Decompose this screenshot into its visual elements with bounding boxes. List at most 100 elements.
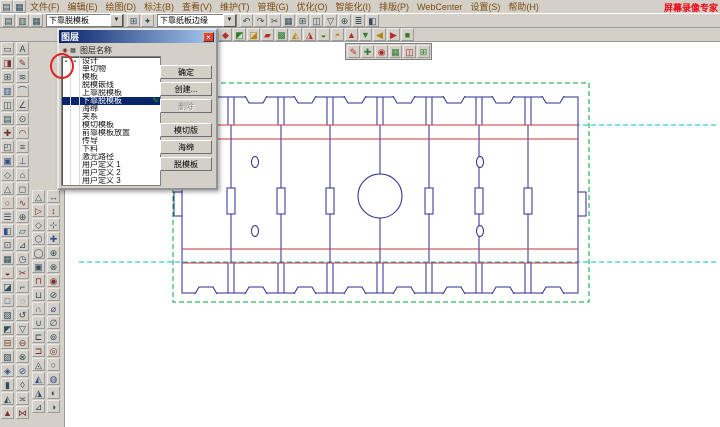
tool-icon[interactable]: ⊕	[16, 210, 29, 223]
tool-icon[interactable]: ✂	[16, 266, 29, 279]
toolbar-icon[interactable]: ▼	[359, 28, 372, 41]
tool-icon[interactable]: ✎	[16, 56, 29, 69]
print-checkbox[interactable]: ▪	[71, 169, 80, 177]
tool-icon[interactable]: ◪	[1, 280, 14, 293]
menubar-app-icon[interactable]: ▤	[0, 0, 13, 13]
menu-item[interactable]: 标注(B)	[140, 0, 178, 13]
toolbar-icon[interactable]: ▩	[275, 28, 288, 41]
tool-icon[interactable]: ≍	[16, 392, 29, 405]
layer-row[interactable]: ▪ ▪ 激光路径 ✎	[62, 153, 160, 161]
print-checkbox[interactable]: ▪	[71, 161, 80, 169]
tool-icon[interactable]: ⊏	[32, 330, 45, 343]
toolbar-icon[interactable]: ▦	[282, 14, 295, 27]
tool-icon[interactable]: ▦	[1, 252, 14, 265]
layer-row[interactable]: ▪ ▪ 夹系 ✎	[62, 113, 160, 121]
tool-icon[interactable]: ▽	[16, 322, 29, 335]
toolbar-icon[interactable]: ◪	[247, 28, 260, 41]
print-checkbox[interactable]: ▪	[71, 81, 80, 89]
tool-icon[interactable]: ◻	[16, 182, 29, 195]
toolbar-icon[interactable]: ◆	[219, 28, 232, 41]
tool-icon[interactable]: ◭	[32, 372, 45, 385]
layer-row[interactable]: ▪ ▪ 脱模嵌线 ✎	[62, 81, 160, 89]
tool-icon[interactable]: ⊓	[32, 274, 45, 287]
visibility-checkbox[interactable]: ▪	[62, 177, 71, 185]
layer-row[interactable]: ▪ ▪ 设计 ✎	[62, 57, 160, 65]
menu-item[interactable]: 排版(P)	[375, 0, 413, 13]
tool-icon[interactable]: ⊞	[1, 70, 14, 83]
toolbar-icon[interactable]: ◓	[331, 28, 344, 41]
visibility-checkbox[interactable]: ▪	[62, 121, 71, 129]
chevron-down-icon[interactable]: ▼	[110, 14, 123, 27]
tool-icon[interactable]: ▣	[32, 260, 45, 273]
layer-row[interactable]: ▪ ▪ 下料 ✎	[62, 145, 160, 153]
toolbar-icon[interactable]: ◫	[310, 14, 323, 27]
board-edge-select[interactable]: 下靠纸板边缘 ▼	[157, 14, 237, 27]
layer-row[interactable]: ▪ ▪ 下靠脱模板 ✎	[62, 97, 160, 105]
print-checkbox[interactable]: ▪	[71, 113, 80, 121]
tool-icon[interactable]: ⊘	[16, 364, 29, 377]
visibility-checkbox[interactable]: ▪	[62, 113, 71, 121]
layer-row[interactable]: ▪ ▪ 海绵 ✎	[62, 105, 160, 113]
tool-icon[interactable]: ◨	[1, 56, 14, 69]
tool-icon[interactable]: ◈	[1, 364, 14, 377]
tool-icon[interactable]: ○	[47, 358, 60, 371]
tool-icon[interactable]: ⊗	[47, 260, 60, 273]
tool-icon[interactable]: ⊚	[47, 330, 60, 343]
tool-icon[interactable]: ⊕	[47, 246, 60, 259]
tool-icon[interactable]: ↕	[47, 204, 60, 217]
toolbar-icon[interactable]: ▦	[30, 14, 43, 27]
menu-item[interactable]: 管理(G)	[254, 0, 293, 13]
tool-icon[interactable]: ⊘	[47, 288, 60, 301]
tool-icon[interactable]: ▲	[1, 406, 14, 419]
toolbar-icon[interactable]: ✎	[347, 45, 360, 58]
toolbar-icon[interactable]: ◀	[373, 28, 386, 41]
tool-icon[interactable]: ◍	[47, 372, 60, 385]
visibility-checkbox[interactable]: ▪	[62, 97, 71, 105]
layer-list[interactable]: ▪ ▪ 设计 ✎ ▪ ▪ 单切物 ✎ ▪ ▪ 模板 ✎	[61, 56, 161, 186]
tool-icon[interactable]: ◉	[47, 274, 60, 287]
tool-icon[interactable]: ◷	[16, 252, 29, 265]
tool-icon[interactable]: ◰	[1, 140, 14, 153]
menu-item[interactable]: 文件(F)	[26, 0, 64, 13]
tool-icon[interactable]: ⊖	[16, 336, 29, 349]
tool-icon[interactable]: ⋈	[16, 406, 29, 419]
tool-icon[interactable]: ⊗	[16, 350, 29, 363]
tool-icon[interactable]: ◩	[1, 322, 14, 335]
stripping-template-select[interactable]: 下靠脱模板 ▼	[46, 14, 124, 27]
tool-icon[interactable]: ⌀	[47, 302, 60, 315]
toolbar-icon[interactable]: ▲	[345, 28, 358, 41]
toolbar-icon[interactable]: ◮	[303, 28, 316, 41]
dialog-button[interactable]: 海绵	[160, 140, 212, 154]
tool-icon[interactable]: △	[32, 190, 45, 203]
print-checkbox[interactable]: ▪	[71, 89, 80, 97]
visibility-checkbox[interactable]: ▪	[62, 153, 71, 161]
visibility-checkbox[interactable]: ▪	[62, 129, 71, 137]
tool-icon[interactable]: ≡	[16, 140, 29, 153]
tool-icon[interactable]: ◊	[16, 378, 29, 391]
toolbar-icon[interactable]: ▽	[324, 14, 337, 27]
tool-icon[interactable]: ⌐	[16, 280, 29, 293]
tool-icon[interactable]: ⊹	[47, 218, 60, 231]
tool-icon[interactable]: ☰	[1, 210, 14, 223]
tool-icon[interactable]: ◫	[1, 98, 14, 111]
dialog-titlebar[interactable]: 图层 ×	[59, 30, 216, 43]
chevron-down-icon[interactable]: ▼	[223, 14, 236, 27]
tool-icon[interactable]: ⊡	[1, 238, 14, 251]
toolbar-icon[interactable]: ✦	[141, 14, 154, 27]
toolbar-icon[interactable]: ◭	[289, 28, 302, 41]
print-checkbox[interactable]: ▪	[71, 97, 80, 105]
tool-icon[interactable]: ▥	[1, 84, 14, 97]
toolbar-icon[interactable]: ↷	[254, 14, 267, 27]
visibility-checkbox[interactable]: ▪	[62, 81, 71, 89]
tool-icon[interactable]: ◐	[47, 386, 60, 399]
toolbar-icon[interactable]: ▤	[2, 14, 15, 27]
toolbar-icon[interactable]: ⊞	[127, 14, 140, 27]
visibility-checkbox[interactable]: ▪	[62, 161, 71, 169]
toolbar-icon[interactable]: ▶	[387, 28, 400, 41]
tool-icon[interactable]: ⬡	[32, 232, 45, 245]
tool-icon[interactable]: ⊿	[16, 238, 29, 251]
layer-row[interactable]: ▪ ▪ 用户定义 3 ✎	[62, 177, 160, 185]
tool-icon[interactable]: ⌂	[16, 168, 29, 181]
tool-icon[interactable]: ⊙	[16, 112, 29, 125]
tool-icon[interactable]: ▣	[1, 154, 14, 167]
